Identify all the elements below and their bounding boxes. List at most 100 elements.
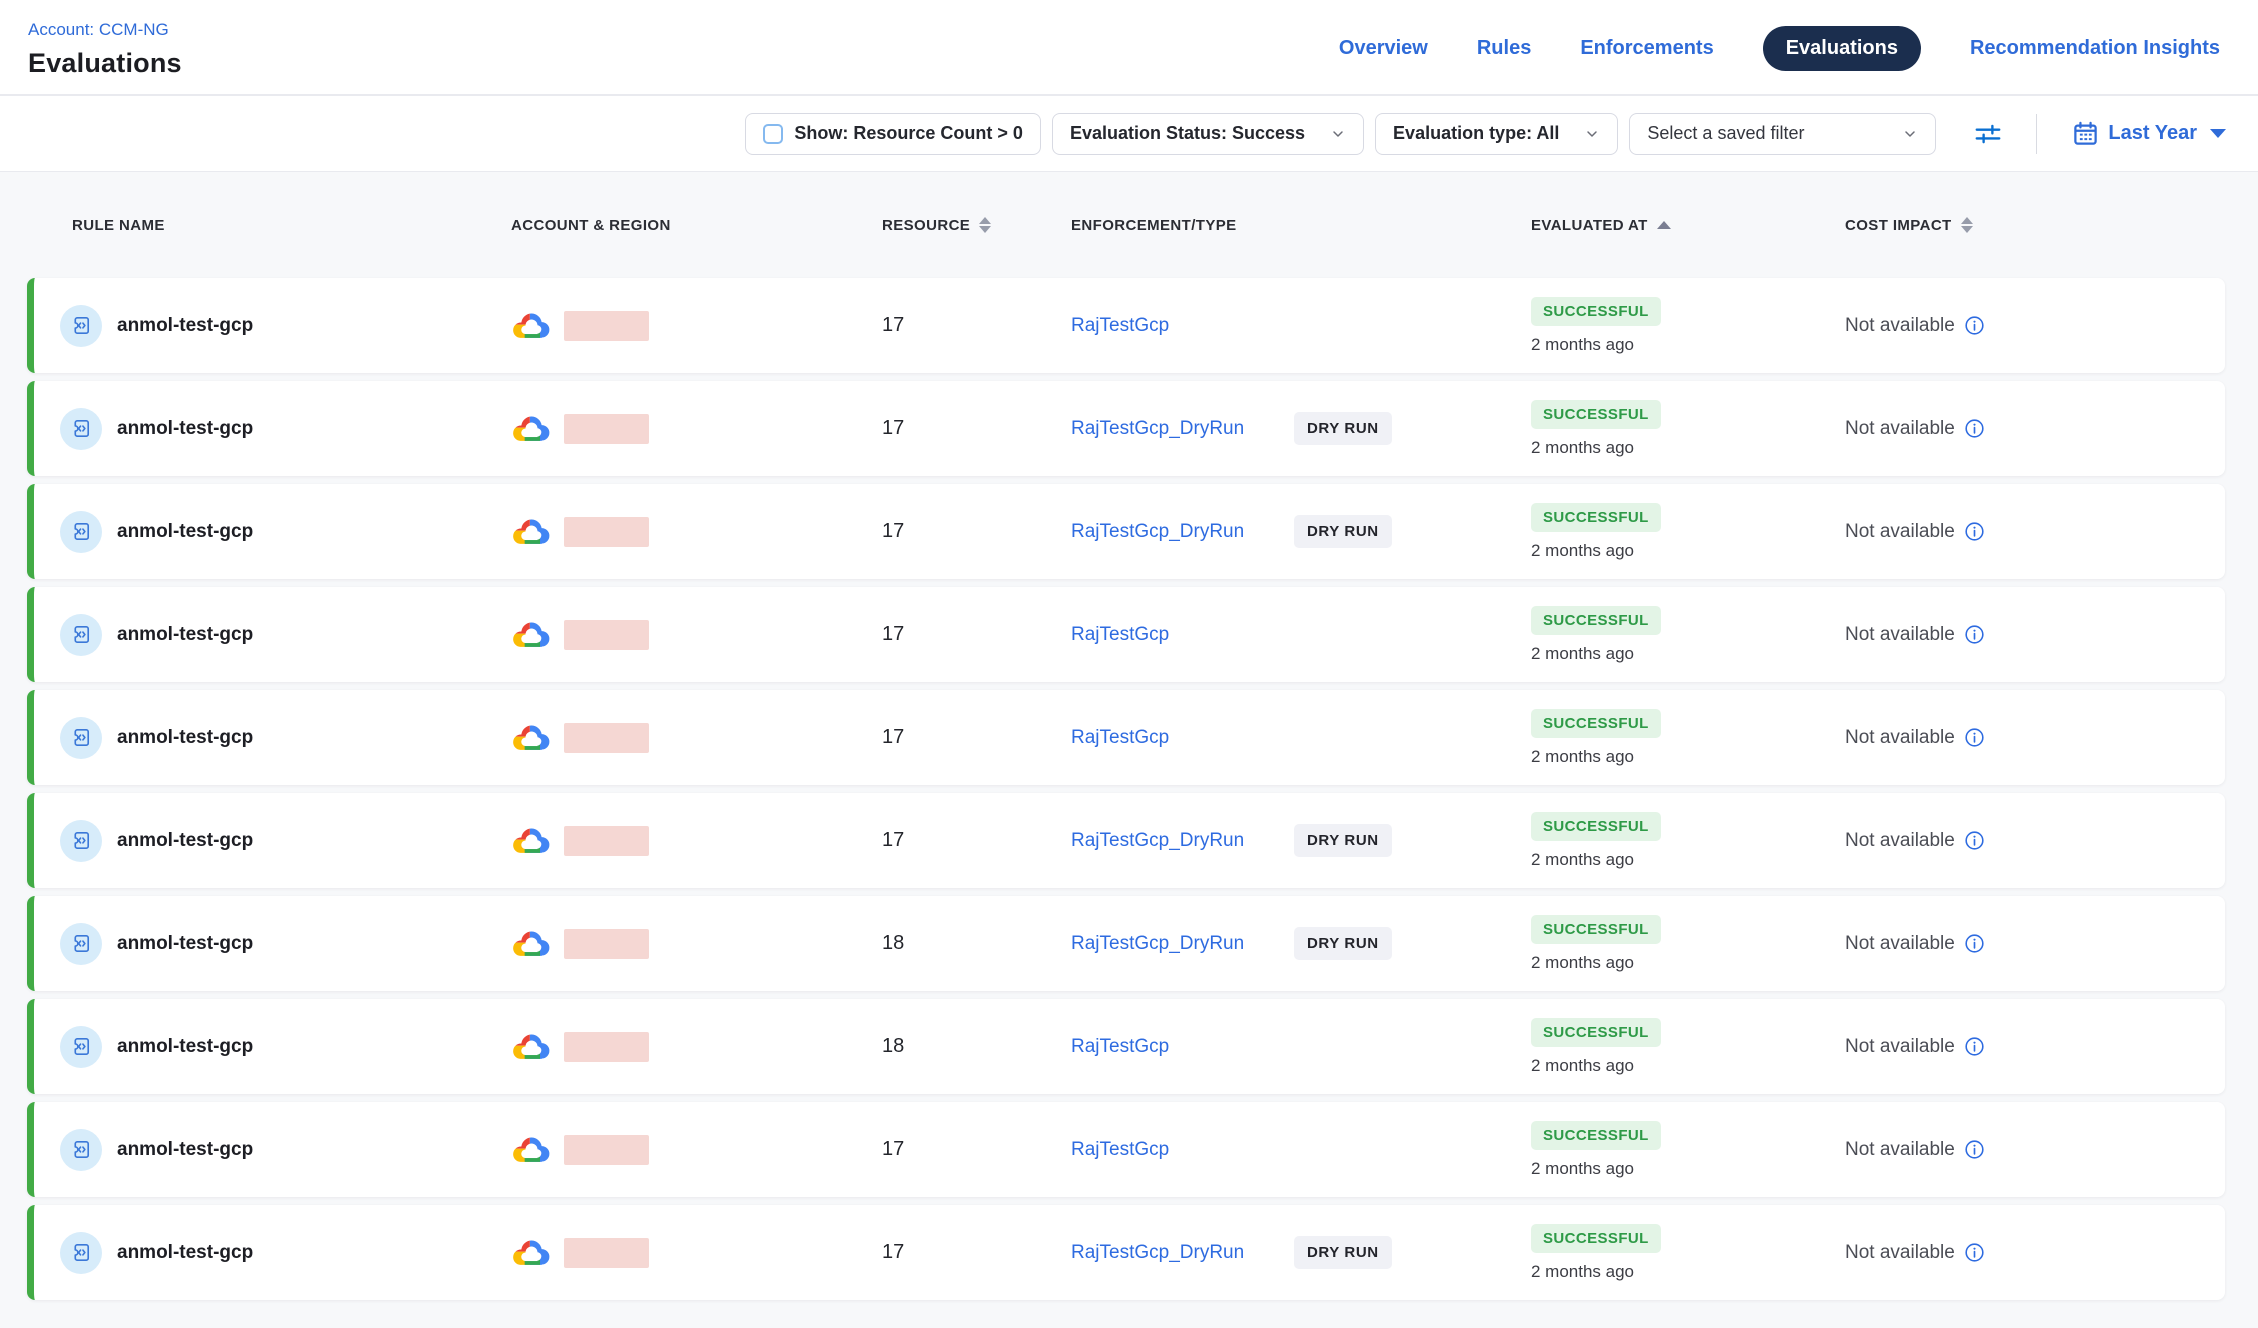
rule-avatar xyxy=(60,511,102,553)
rule-script-icon xyxy=(70,314,93,337)
resource-count: 18 xyxy=(882,932,1071,955)
chevron-down-icon xyxy=(1330,126,1346,142)
saved-filter-dropdown[interactable]: Select a saved filter xyxy=(1629,113,1936,155)
account-breadcrumb-link[interactable]: Account: CCM-NG xyxy=(28,20,182,40)
info-icon[interactable] xyxy=(1964,1242,1985,1263)
info-icon[interactable] xyxy=(1964,624,1985,645)
tab-recommendation-insights[interactable]: Recommendation Insights xyxy=(1970,37,2220,60)
rule-name: anmol-test-gcp xyxy=(117,1242,253,1264)
evaluation-status-label: Evaluation Status: Success xyxy=(1070,123,1305,144)
date-range-picker[interactable]: Last Year xyxy=(2072,120,2226,147)
column-rule-name: RULE NAME xyxy=(72,217,511,234)
resource-count: 18 xyxy=(882,1035,1071,1058)
enforcement-link[interactable]: RajTestGcp xyxy=(1071,1139,1294,1161)
evaluation-type-dropdown[interactable]: Evaluation type: All xyxy=(1375,113,1618,155)
resource-count: 17 xyxy=(882,1241,1071,1264)
enforcement-link[interactable]: RajTestGcp_DryRun xyxy=(1071,1242,1294,1264)
rule-script-icon xyxy=(70,932,93,955)
toolbar-divider xyxy=(2036,114,2037,154)
column-evaluated-at[interactable]: EVALUATED AT xyxy=(1531,217,1845,234)
filter-settings-button[interactable] xyxy=(1973,119,2003,149)
status-badge: SUCCESSFUL xyxy=(1531,812,1661,841)
evaluated-time: 2 months ago xyxy=(1531,747,1845,767)
rule-avatar xyxy=(60,408,102,450)
cost-impact-value: Not available xyxy=(1845,521,1955,543)
sort-icon[interactable] xyxy=(979,217,991,233)
enforcement-link[interactable]: RajTestGcp_DryRun xyxy=(1071,418,1294,440)
rule-script-icon xyxy=(70,1241,93,1264)
tab-overview[interactable]: Overview xyxy=(1339,37,1428,60)
info-icon[interactable] xyxy=(1964,521,1985,542)
info-icon[interactable] xyxy=(1964,1139,1985,1160)
resource-count: 17 xyxy=(882,1138,1071,1161)
table-row[interactable]: anmol-test-gcp 17 RajTestGcp SUCCESSFUL … xyxy=(27,587,2225,682)
enforcement-link[interactable]: RajTestGcp_DryRun xyxy=(1071,521,1294,543)
tab-evaluations[interactable]: Evaluations xyxy=(1763,26,1921,71)
table-row[interactable]: anmol-test-gcp 17 RajTestGcp_DryRun DRY … xyxy=(27,1205,2225,1300)
status-badge: SUCCESSFUL xyxy=(1531,606,1661,635)
info-icon[interactable] xyxy=(1964,830,1985,851)
gcp-cloud-icon xyxy=(511,1134,552,1165)
chevron-down-icon xyxy=(1584,126,1600,142)
evaluated-time: 2 months ago xyxy=(1531,1159,1845,1179)
table-row[interactable]: anmol-test-gcp 17 RajTestGcp_DryRun DRY … xyxy=(27,793,2225,888)
cost-impact-value: Not available xyxy=(1845,727,1955,749)
cost-impact-value: Not available xyxy=(1845,1139,1955,1161)
table-row[interactable]: anmol-test-gcp 17 RajTestGcp SUCCESSFUL … xyxy=(27,690,2225,785)
cost-impact-value: Not available xyxy=(1845,933,1955,955)
rule-name: anmol-test-gcp xyxy=(117,624,253,646)
resource-count: 17 xyxy=(882,520,1071,543)
table-row[interactable]: anmol-test-gcp 17 RajTestGcp SUCCESSFUL … xyxy=(27,278,2225,373)
enforcement-link[interactable]: RajTestGcp xyxy=(1071,624,1294,646)
enforcement-link[interactable]: RajTestGcp xyxy=(1071,727,1294,749)
rule-name: anmol-test-gcp xyxy=(117,418,253,440)
resource-count: 17 xyxy=(882,726,1071,749)
enforcement-link[interactable]: RajTestGcp_DryRun xyxy=(1071,933,1294,955)
evaluated-time: 2 months ago xyxy=(1531,953,1845,973)
tab-rules[interactable]: Rules xyxy=(1477,37,1531,60)
evaluated-time: 2 months ago xyxy=(1531,335,1845,355)
dry-run-badge: DRY RUN xyxy=(1294,1236,1392,1269)
info-icon[interactable] xyxy=(1964,418,1985,439)
evaluation-status-dropdown[interactable]: Evaluation Status: Success xyxy=(1052,113,1364,155)
table-row[interactable]: anmol-test-gcp 17 RajTestGcp_DryRun DRY … xyxy=(27,484,2225,579)
redacted-account-id xyxy=(564,620,649,650)
resource-count: 17 xyxy=(882,314,1071,337)
status-badge: SUCCESSFUL xyxy=(1531,503,1661,532)
gcp-cloud-icon xyxy=(511,722,552,753)
filter-toolbar: Show: Resource Count > 0 Evaluation Stat… xyxy=(0,96,2258,172)
gcp-cloud-icon xyxy=(511,1031,552,1062)
evaluated-time: 2 months ago xyxy=(1531,541,1845,561)
enforcement-link[interactable]: RajTestGcp xyxy=(1071,315,1294,337)
resource-count-filter[interactable]: Show: Resource Count > 0 xyxy=(745,113,1041,155)
info-icon[interactable] xyxy=(1964,1036,1985,1057)
redacted-account-id xyxy=(564,1238,649,1268)
info-icon[interactable] xyxy=(1964,933,1985,954)
enforcement-link[interactable]: RajTestGcp xyxy=(1071,1036,1294,1058)
table-row[interactable]: anmol-test-gcp 17 RajTestGcp_DryRun DRY … xyxy=(27,381,2225,476)
rule-script-icon xyxy=(70,1138,93,1161)
table-body: anmol-test-gcp 17 RajTestGcp SUCCESSFUL … xyxy=(0,278,2258,1300)
column-cost-impact[interactable]: COST IMPACT xyxy=(1845,217,2225,234)
status-badge: SUCCESSFUL xyxy=(1531,297,1661,326)
table-row[interactable]: anmol-test-gcp 18 RajTestGcp SUCCESSFUL … xyxy=(27,999,2225,1094)
enforcement-link[interactable]: RajTestGcp_DryRun xyxy=(1071,830,1294,852)
resource-count-checkbox[interactable] xyxy=(763,124,783,144)
column-resource[interactable]: RESOURCE xyxy=(882,217,1071,234)
table-row[interactable]: anmol-test-gcp 17 RajTestGcp SUCCESSFUL … xyxy=(27,1102,2225,1197)
sort-icon[interactable] xyxy=(1961,217,1973,233)
rule-avatar xyxy=(60,717,102,759)
rule-name: anmol-test-gcp xyxy=(117,727,253,749)
table-row[interactable]: anmol-test-gcp 18 RajTestGcp_DryRun DRY … xyxy=(27,896,2225,991)
tab-enforcements[interactable]: Enforcements xyxy=(1580,37,1713,60)
redacted-account-id xyxy=(564,1135,649,1165)
gcp-cloud-icon xyxy=(511,516,552,547)
info-icon[interactable] xyxy=(1964,315,1985,336)
page-title: Evaluations xyxy=(28,48,182,79)
info-icon[interactable] xyxy=(1964,727,1985,748)
status-badge: SUCCESSFUL xyxy=(1531,1018,1661,1047)
sort-ascending-icon[interactable] xyxy=(1657,221,1671,229)
cost-impact-value: Not available xyxy=(1845,830,1955,852)
status-badge: SUCCESSFUL xyxy=(1531,400,1661,429)
rule-name: anmol-test-gcp xyxy=(117,1139,253,1161)
